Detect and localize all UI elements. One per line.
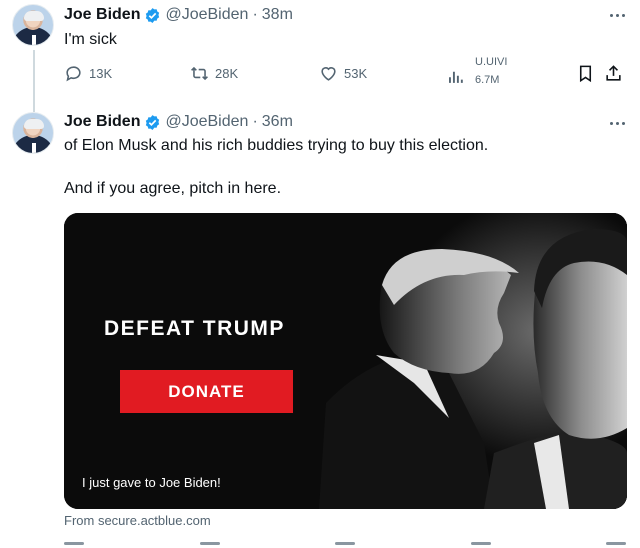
author-handle[interactable]: @JoeBiden bbox=[165, 5, 248, 25]
timestamp[interactable]: 38m bbox=[262, 5, 293, 25]
views-icon bbox=[449, 71, 463, 83]
donate-button[interactable]: DONATE bbox=[120, 370, 293, 413]
card-caption: I just gave to Joe Biden! bbox=[82, 475, 221, 490]
views-count: 6.7M bbox=[475, 74, 500, 86]
retweet-icon bbox=[191, 66, 208, 81]
avatar-hair bbox=[24, 119, 44, 129]
card-headline: DEFEAT TRUMP bbox=[104, 317, 285, 340]
tweet-header: Joe Biden @JoeBiden · 36m bbox=[64, 112, 293, 132]
avatar[interactable] bbox=[12, 4, 54, 46]
action-stub bbox=[470, 542, 491, 545]
action-stub bbox=[335, 542, 355, 545]
action-stub bbox=[199, 542, 220, 545]
like-icon bbox=[321, 67, 336, 81]
views-button[interactable]: U.UIVI 6.7M bbox=[446, 56, 507, 86]
tweet-header: Joe Biden @JoeBiden · 38m bbox=[64, 5, 293, 25]
link-card[interactable]: DEFEAT TRUMP DONATE I just gave to Joe B… bbox=[64, 213, 627, 509]
separator: · bbox=[252, 113, 258, 130]
reply-icon bbox=[66, 66, 81, 82]
tweet-text-line-2: And if you agree, pitch in here. bbox=[64, 180, 282, 197]
retweet-count: 28K bbox=[215, 66, 239, 81]
separator: · bbox=[252, 6, 258, 23]
views-label: U.UIVI bbox=[475, 56, 508, 68]
author-handle[interactable]: @JoeBiden bbox=[165, 112, 248, 132]
avatar-hair bbox=[24, 11, 44, 21]
retweet-button[interactable]: 28K bbox=[190, 64, 238, 83]
more-icon[interactable] bbox=[608, 6, 626, 24]
tweet-actions: 13K 28K 53K U.UIVI 6.7M bbox=[64, 56, 629, 86]
timestamp[interactable]: 36m bbox=[262, 112, 293, 132]
more-icon[interactable] bbox=[608, 114, 626, 132]
share-icon bbox=[606, 65, 621, 81]
author-name[interactable]: Joe Biden bbox=[64, 5, 140, 25]
avatar-shirt bbox=[32, 143, 36, 153]
thread-connector bbox=[33, 50, 35, 112]
next-actions-row-partial bbox=[64, 542, 626, 548]
verified-badge-icon bbox=[146, 114, 160, 130]
tweet-text-line-1: of Elon Musk and his rich buddies trying… bbox=[64, 137, 489, 154]
card-image bbox=[64, 213, 627, 509]
tweet-text: I'm sick bbox=[64, 31, 117, 48]
reply-button[interactable]: 13K bbox=[64, 64, 112, 83]
link-source[interactable]: From secure.actblue.com bbox=[64, 513, 211, 528]
verified-badge-icon bbox=[146, 7, 160, 23]
author-name[interactable]: Joe Biden bbox=[64, 112, 140, 132]
like-count: 53K bbox=[344, 66, 368, 81]
reply-count: 13K bbox=[89, 66, 113, 81]
avatar[interactable] bbox=[12, 112, 54, 154]
bookmark-button[interactable] bbox=[576, 64, 601, 83]
share-button[interactable] bbox=[604, 64, 629, 83]
like-button[interactable]: 53K bbox=[319, 64, 367, 83]
avatar-shirt bbox=[32, 35, 36, 45]
tweet-1[interactable]: Joe Biden @JoeBiden · 38m I'm sick 13K 2… bbox=[0, 0, 640, 112]
bookmark-icon bbox=[579, 65, 592, 83]
action-stub bbox=[606, 542, 626, 545]
action-stub bbox=[64, 542, 84, 545]
